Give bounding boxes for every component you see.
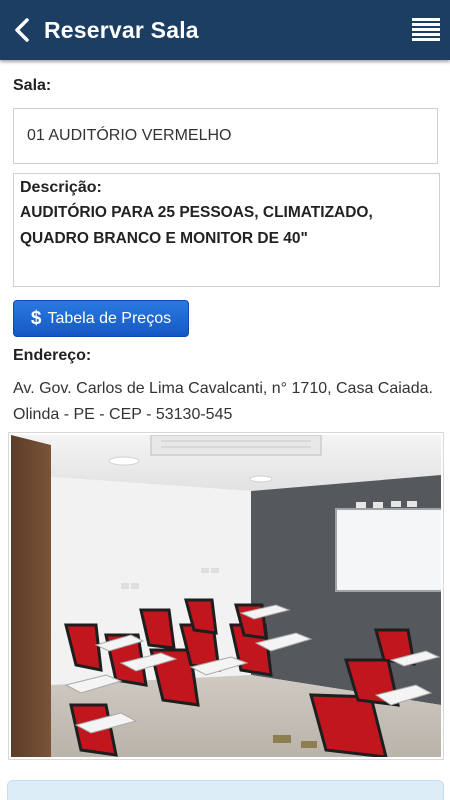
info-panel — [7, 780, 444, 800]
address-line-2: Olinda - PE - CEP - 53130-545 — [13, 406, 233, 423]
chevron-left-icon — [15, 18, 29, 42]
menu-button[interactable] — [408, 12, 444, 48]
room-field: 01 AUDITÓRIO VERMELHO — [13, 108, 438, 164]
description-label: Descrição: — [20, 179, 102, 196]
description-box: Descrição: AUDITÓRIO PARA 25 PESSOAS, CL… — [13, 173, 440, 287]
app-bar: Reservar Sala — [0, 0, 450, 60]
description-text: AUDITÓRIO PARA 25 PESSOAS, CLIMATIZADO, … — [20, 200, 433, 252]
address-line-1: Av. Gov. Carlos de Lima Cavalcanti, n° 1… — [13, 380, 433, 397]
dollar-icon: $ — [30, 307, 42, 329]
price-table-button[interactable]: $ Tabela de Preços — [13, 300, 189, 337]
hamburger-menu-icon — [412, 18, 440, 41]
address-label: Endereço: — [13, 347, 92, 364]
room-value: 01 AUDITÓRIO VERMELHO — [27, 127, 232, 144]
page-title: Reservar Sala — [44, 16, 199, 43]
description-line-2: QUADRO BRANCO E MONITOR DE 40" — [20, 230, 308, 247]
back-button[interactable] — [0, 0, 44, 60]
room-label: Sala: — [13, 77, 52, 94]
price-table-label: Tabela de Preços — [47, 309, 172, 327]
description-line-1: AUDITÓRIO PARA 25 PESSOAS, CLIMATIZADO, — [20, 204, 373, 221]
room-photo — [8, 432, 444, 760]
room-photo-illustration — [11, 435, 441, 757]
address-text: Av. Gov. Carlos de Lima Cavalcanti, n° 1… — [13, 376, 443, 428]
